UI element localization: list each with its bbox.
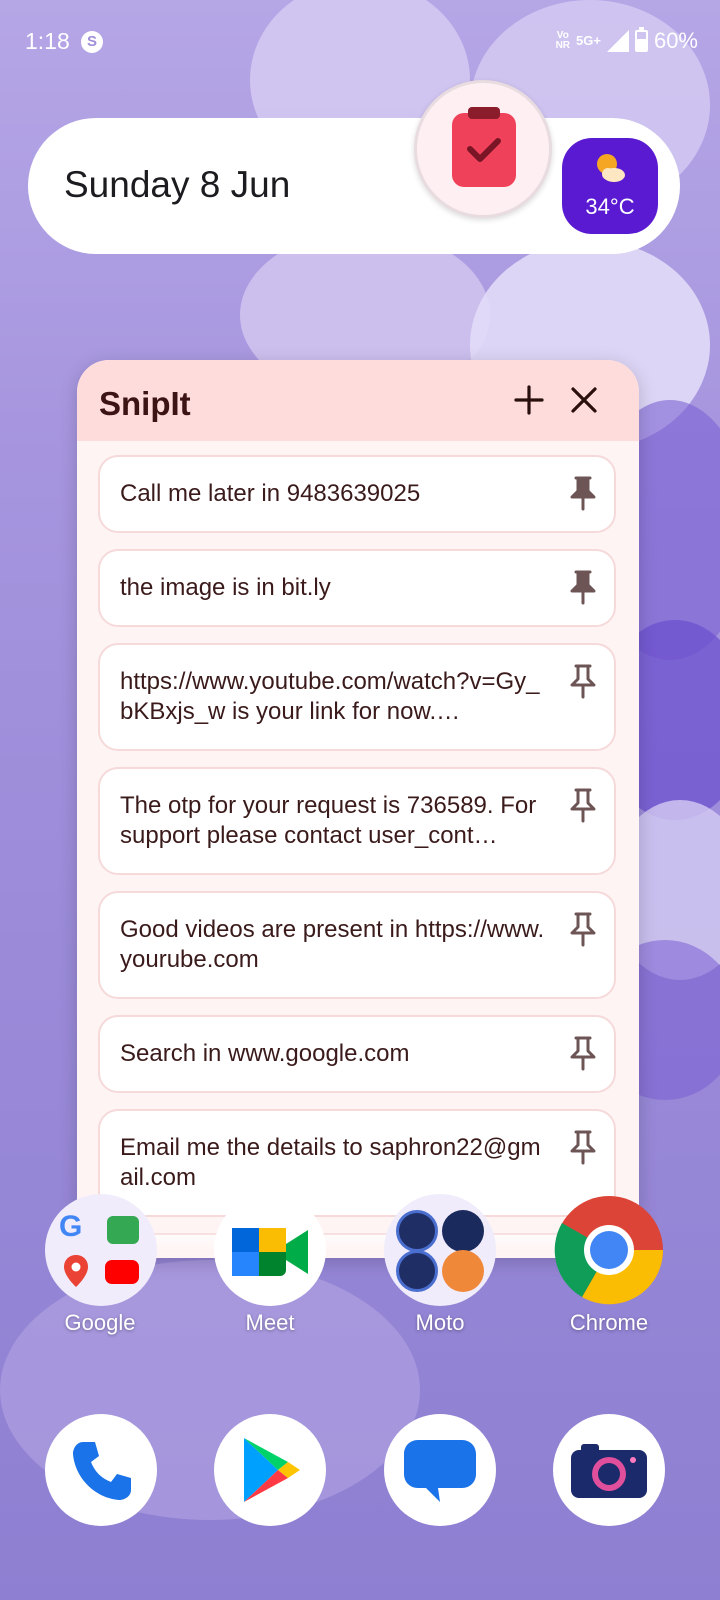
play-store-icon — [244, 1438, 300, 1502]
snipit-title: SnipIt — [99, 385, 191, 422]
clip-text: Good videos are present in https://www.y… — [120, 916, 545, 973]
messages-app[interactable] — [384, 1414, 496, 1526]
partly-cloudy-icon — [597, 154, 625, 182]
moto-icon-3 — [396, 1250, 438, 1292]
network-type: 5G+ — [576, 33, 601, 48]
status-indicators: Vo NR 5G+ 60% — [555, 27, 698, 54]
google-g-icon: G — [59, 1210, 83, 1243]
phone-icon — [73, 1442, 131, 1500]
clip-item[interactable]: Call me later in 9483639025 — [98, 455, 616, 533]
play-store-app[interactable] — [214, 1414, 326, 1526]
google-apps-icon — [107, 1216, 139, 1244]
clip-item[interactable]: Search in www.google.com — [98, 1015, 616, 1093]
clip-text: The otp for your request is 736589. For … — [120, 792, 537, 849]
weather-badge[interactable]: 34°C — [562, 138, 658, 234]
clip-item[interactable]: Email me the details to saphron22@gmail.… — [98, 1109, 616, 1217]
clip-text: the image is in bit.ly — [120, 574, 331, 601]
youtube-icon — [105, 1260, 139, 1284]
close-button[interactable] — [564, 380, 604, 420]
weather-temperature: 34°C — [585, 194, 635, 219]
camera-icon — [571, 1444, 647, 1498]
app-label-meet: Meet — [245, 1310, 295, 1335]
clip-text: Search in www.google.com — [120, 1040, 410, 1067]
app-label-moto: Moto — [415, 1310, 465, 1335]
pin-icon[interactable] — [568, 663, 598, 699]
game-controller-icon — [442, 1250, 484, 1292]
snipit-floating-bubble[interactable] — [414, 80, 552, 218]
status-bar: 1:18 S Vo NR 5G+ 60% — [0, 0, 720, 86]
moto-icon-1 — [396, 1210, 438, 1252]
notification-s-icon: S — [81, 31, 103, 53]
clip-text: Email me the details to saphron22@gmail.… — [120, 1134, 541, 1191]
phone-app[interactable] — [45, 1414, 157, 1526]
snipit-header: SnipIt — [77, 360, 639, 441]
chrome-icon — [554, 1196, 664, 1305]
battery-icon — [634, 27, 648, 52]
signal-icon — [606, 30, 629, 52]
clip-item[interactable]: The otp for your request is 736589. For … — [98, 767, 616, 875]
pin-icon[interactable] — [568, 1129, 598, 1165]
moto-icon-2 — [442, 1210, 484, 1252]
clip-item[interactable]: the image is in bit.ly — [98, 549, 616, 627]
meet-app[interactable] — [214, 1194, 326, 1306]
pin-icon[interactable] — [568, 911, 598, 947]
messages-icon — [404, 1440, 476, 1502]
pin-icon[interactable] — [568, 787, 598, 823]
clip-text: Call me later in 9483639025 — [120, 480, 421, 507]
maps-icon — [64, 1255, 88, 1287]
clipboard-check-icon — [452, 107, 516, 187]
google-folder[interactable]: G — [45, 1194, 157, 1306]
pinned-icon[interactable] — [568, 475, 598, 511]
moto-folder[interactable] — [384, 1194, 496, 1306]
meet-icon — [232, 1228, 308, 1276]
pinned-icon[interactable] — [568, 569, 598, 605]
clip-text: https://www.youtube.com/watch?v=Gy_bKBxj… — [120, 668, 540, 725]
app-label-chrome: Chrome — [569, 1310, 649, 1335]
app-label-google: Google — [64, 1310, 136, 1335]
date-text: Sunday 8 Jun — [64, 164, 291, 205]
clip-list[interactable]: Call me later in 9483639025 the image is … — [98, 455, 616, 1258]
date-widget[interactable]: Sunday 8 Jun 34°C — [28, 118, 680, 254]
add-clip-button[interactable] — [509, 380, 549, 420]
battery-percent: 60% — [653, 28, 698, 53]
clip-item[interactable]: https://www.youtube.com/watch?v=Gy_bKBxj… — [98, 643, 616, 751]
pin-icon[interactable] — [568, 1035, 598, 1071]
volte-icon: Vo NR — [555, 30, 571, 51]
clip-item[interactable]: Good videos are present in https://www.y… — [98, 891, 616, 999]
status-time: 1:18 — [25, 28, 70, 54]
snipit-widget: SnipIt Call me later in 9483639025 the im… — [77, 360, 639, 1258]
camera-app[interactable] — [553, 1414, 665, 1526]
chrome-app[interactable] — [553, 1194, 665, 1306]
